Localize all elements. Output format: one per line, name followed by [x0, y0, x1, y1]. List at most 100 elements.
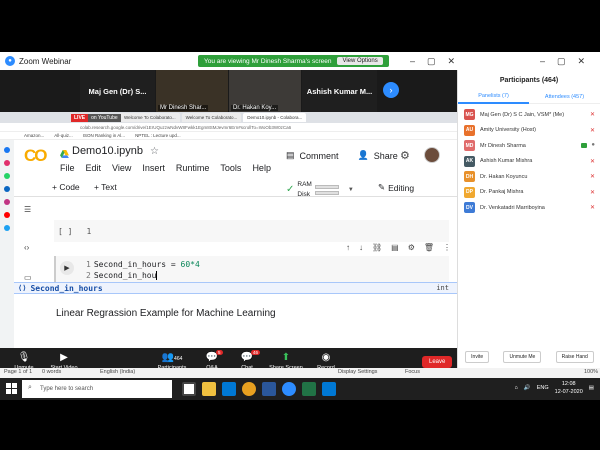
bookmark[interactable]: Amazon... — [24, 133, 44, 138]
facebook-icon[interactable] — [4, 147, 10, 153]
comment-button[interactable]: Comment — [300, 151, 339, 161]
star-icon[interactable]: ☆ — [150, 146, 159, 157]
add-code-button[interactable]: + Code — [52, 182, 80, 192]
live-streaming-badge[interactable]: LIVE on YouTube — [71, 112, 121, 123]
folder-icon[interactable]: ▭ — [24, 273, 32, 282]
menu-help[interactable]: Help — [252, 163, 271, 173]
view-options-button[interactable]: View Options — [337, 57, 383, 65]
network-icon[interactable]: ⌂ — [515, 385, 518, 391]
colab-logo[interactable]: CO — [24, 146, 47, 166]
active-code-cell[interactable]: ▶ 1 Second_in_hours = 60*4 2 Second_in_hou — [54, 256, 449, 284]
list-item[interactable]: MD Mr Dinesh Sharma ● — [458, 138, 600, 154]
video-tile[interactable]: Dr. Hakan Koy... — [229, 70, 301, 112]
menu-view[interactable]: View — [112, 163, 131, 173]
list-item[interactable]: DV Dr. Venkatadri Marriboyina ✕ — [458, 200, 600, 216]
menu-edit[interactable]: Edit — [86, 163, 102, 173]
panel-minimize-icon[interactable]: – — [540, 56, 545, 66]
taskbar-clock[interactable]: 12:08 12-07-2020 — [555, 380, 583, 396]
code-editor[interactable]: 1 Second_in_hours = 60*4 2 Second_in_hou — [86, 259, 200, 281]
windows-start-icon[interactable] — [6, 383, 17, 394]
notifications-icon[interactable]: ▤ — [589, 385, 594, 391]
chrome-icon[interactable] — [242, 382, 256, 396]
link-icon[interactable]: ⛓ — [372, 243, 382, 252]
instagram-icon[interactable] — [4, 160, 10, 166]
social-icon[interactable] — [4, 199, 10, 205]
store-icon[interactable] — [322, 382, 336, 396]
cell-run-brackets[interactable]: [ ] — [58, 227, 72, 236]
video-tile[interactable]: Maj Gen (Dr) S... — [80, 70, 155, 112]
menu-insert[interactable]: Insert — [142, 163, 165, 173]
linkedin-icon[interactable] — [4, 186, 10, 192]
taskbar-search[interactable]: ⌕ Type here to search — [22, 380, 172, 398]
code-snippets-icon[interactable]: ‹› — [24, 243, 29, 252]
browser-tab[interactable]: Welcome To Colaborato... — [181, 113, 242, 122]
share-button[interactable]: Share — [374, 151, 398, 161]
address-bar[interactable]: colab.research.google.com/drive/1ErUQuzz… — [0, 123, 457, 132]
add-text-button[interactable]: + Text — [94, 182, 117, 192]
whatsapp-icon[interactable] — [4, 173, 10, 179]
youtube-icon[interactable] — [4, 212, 10, 218]
bookmark[interactable]: ISON Ranking in Al... — [83, 133, 125, 138]
list-item[interactable]: MG Maj Gen (Dr) S C Jain, VSM* (Me) ✕ — [458, 107, 600, 123]
tab-attendees[interactable]: Attendees (457) — [529, 94, 600, 100]
raise-hand-button[interactable]: Raise Hand — [555, 351, 594, 363]
invite-button[interactable]: Invite — [465, 351, 490, 363]
more-options-icon[interactable]: ⋮ — [443, 243, 451, 252]
menu-tools[interactable]: Tools — [220, 163, 241, 173]
word-icon[interactable] — [262, 382, 276, 396]
twitter-icon[interactable] — [4, 225, 10, 231]
menu-icon[interactable]: ☰ — [24, 205, 31, 214]
comment-cell-icon[interactable]: ▤ — [391, 243, 399, 252]
word-count: 0 words — [42, 369, 62, 375]
editing-mode[interactable]: ✎ Editing — [378, 182, 414, 193]
panel-maximize-icon[interactable]: ▢ — [557, 56, 566, 67]
menu-file[interactable]: File — [60, 163, 75, 173]
volume-icon[interactable]: 🔊 — [524, 385, 531, 391]
next-page-arrow-icon[interactable]: › — [383, 82, 399, 98]
gear-icon[interactable]: ⚙ — [400, 149, 410, 162]
camera-on-icon — [581, 143, 588, 148]
edge-icon[interactable] — [222, 382, 236, 396]
close-icon[interactable]: ✕ — [448, 56, 456, 67]
display-settings[interactable]: Display Settings — [338, 369, 377, 375]
maximize-icon[interactable]: ▢ — [427, 56, 436, 67]
video-tile[interactable]: Mr Dinesh Shar... — [156, 70, 228, 112]
file-explorer-icon[interactable] — [202, 382, 216, 396]
avatar[interactable] — [424, 147, 440, 163]
code-cell[interactable]: [ ] 1 — [54, 220, 449, 242]
list-item[interactable]: DH Dr. Hakan Koyuncu ✕ — [458, 169, 600, 185]
browser-tab[interactable]: Demo10.ipynb - Colabora... — [243, 113, 307, 122]
list-item[interactable]: AU Amity University (Host) ✕ — [458, 123, 600, 139]
zoom-icon[interactable] — [282, 382, 296, 396]
minimize-icon[interactable]: – — [410, 56, 415, 66]
menu-runtime[interactable]: Runtime — [176, 163, 210, 173]
list-item[interactable]: AK Ashish Kumar Mishra ✕ — [458, 154, 600, 170]
notebook-toolbar: + Code + Text ✓ RAM Disk ▼ ✎ Editing — [14, 179, 457, 199]
focus-mode[interactable]: Focus — [405, 369, 420, 375]
video-tile[interactable]: Ashish Kumar M... — [302, 70, 377, 112]
panel-window-controls: – ▢ ✕ — [540, 52, 585, 70]
bookmark[interactable]: NPTEL : Lecture upd... — [135, 133, 181, 138]
language-indicator[interactable]: ENG — [537, 385, 549, 391]
run-cell-icon[interactable]: ▶ — [60, 261, 74, 275]
list-item[interactable]: DP Dr. Pankaj Mishra ✕ — [458, 185, 600, 201]
panel-close-icon[interactable]: ✕ — [578, 56, 586, 67]
leave-button[interactable]: Leave — [422, 356, 453, 368]
browser-tab[interactable]: Welcome To Colaborato... — [120, 113, 180, 122]
zoom-window: ● Zoom Webinar You are viewing Mr Dinesh… — [0, 52, 600, 378]
cell-settings-icon[interactable]: ⚙ — [408, 243, 415, 252]
move-up-icon[interactable]: ↑ — [346, 243, 350, 252]
autocomplete-suggestion[interactable]: ⟨⟩ Second_in_hours int — [14, 282, 457, 294]
resource-monitor[interactable]: ✓ RAM Disk ▼ — [286, 181, 354, 199]
notebook-title[interactable]: Demo10.ipynb — [72, 145, 143, 157]
participants-count: 464 — [174, 356, 183, 362]
tab-panelists[interactable]: Panelists (7) — [458, 90, 529, 104]
task-view-icon[interactable] — [182, 382, 196, 396]
unmute-me-button[interactable]: Unmute Me — [503, 351, 542, 363]
share-person-icon: 👤 — [357, 150, 369, 160]
excel-icon[interactable] — [302, 382, 316, 396]
move-down-icon[interactable]: ↓ — [359, 243, 363, 252]
delete-icon[interactable]: 🗑 — [424, 243, 434, 252]
chevron-down-icon[interactable]: ▼ — [348, 186, 354, 194]
bookmark[interactable]: All-quiz... — [54, 133, 73, 138]
